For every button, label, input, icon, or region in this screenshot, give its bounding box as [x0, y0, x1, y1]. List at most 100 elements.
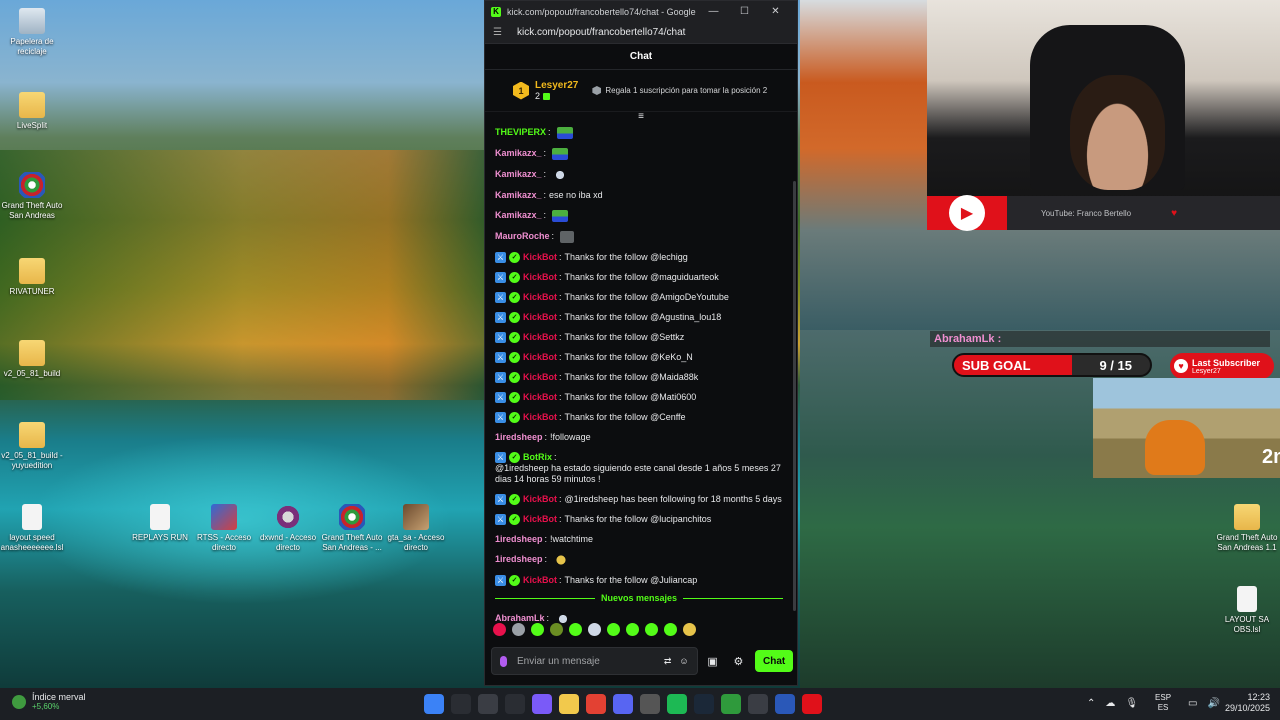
taskbar-app-icon[interactable] — [694, 694, 714, 714]
taskbar-app-icon[interactable] — [505, 694, 525, 714]
chat-input[interactable] — [517, 655, 656, 667]
desktop-icon-livesplit[interactable]: LiveSplit — [0, 92, 67, 131]
url-text[interactable]: kick.com/popout/francobertello74/chat — [517, 27, 685, 38]
clock[interactable]: 12:23 29/10/2025 — [1225, 692, 1270, 714]
chat-username[interactable]: Kamikazx_ — [495, 210, 542, 221]
taskbar-app-icon[interactable] — [478, 694, 498, 714]
chat-message: ⚔ ✓ KickBot: Thanks for the follow @Mati060… — [495, 388, 783, 408]
taskbar-app-icon[interactable] — [802, 694, 822, 714]
chat-username[interactable]: 1iredsheep — [495, 534, 543, 545]
desktop-icon-rivatuner[interactable]: RIVATUNER — [0, 258, 67, 297]
emote-frog-icon[interactable] — [552, 148, 569, 160]
chat-username[interactable]: 1iredsheep — [495, 554, 543, 565]
settings-gear-icon[interactable]: ⚙ — [727, 655, 749, 668]
pinned-user[interactable]: Lesyer27 — [535, 80, 578, 91]
chat-username[interactable]: Kamikazx_ — [495, 190, 542, 201]
desktop-icon-replays-run[interactable]: REPLAYS RUN — [125, 504, 195, 543]
chat-username[interactable]: KickBot — [523, 272, 557, 283]
desktop-icon-rtss[interactable]: RTSS - Acceso directo — [189, 504, 259, 553]
quick-emote-icon[interactable] — [569, 623, 582, 636]
desktop-icon-gta-sa-11[interactable]: Grand Theft Auto San Andreas 1.1 — [1212, 504, 1280, 553]
taskbar-app-icon[interactable] — [640, 694, 660, 714]
emote-face-icon[interactable] — [553, 554, 570, 566]
desktop-icon-gta-sa-exe[interactable]: gta_sa - Acceso directo — [381, 504, 451, 553]
cloud-icon[interactable]: ☁ — [1105, 698, 1115, 709]
taskbar-app-icon[interactable] — [451, 694, 471, 714]
chat-username[interactable]: KickBot — [523, 332, 557, 343]
chat-username[interactable]: Kamikazx_ — [495, 169, 542, 180]
maximize-button[interactable]: ☐ — [729, 6, 760, 17]
close-button[interactable]: ✕ — [760, 6, 791, 17]
chat-username[interactable]: KickBot — [523, 392, 557, 403]
quick-emote-icon[interactable] — [493, 623, 506, 636]
taskbar-app-icon[interactable] — [748, 694, 768, 714]
taskbar-app-icon[interactable] — [532, 694, 552, 714]
taskbar-app-icon[interactable] — [667, 694, 687, 714]
emoji-icon[interactable]: ☺ — [679, 656, 688, 666]
chat-text: Thanks for the follow @Mati0600 — [564, 392, 697, 402]
taskbar-app-icon[interactable] — [424, 694, 444, 714]
taskbar-app-icon[interactable] — [613, 694, 633, 714]
chat-message: 1iredsheep: — [495, 550, 783, 571]
mic-tray-icon[interactable]: 🎙 — [1125, 698, 1138, 709]
site-settings-icon[interactable]: ☰ — [493, 27, 505, 38]
emote-cat-icon[interactable] — [552, 169, 569, 181]
chat-username[interactable]: KickBot — [523, 575, 557, 586]
desktop-icon-build-yuyu[interactable]: v2_05_81_build - yuyuedition — [0, 422, 67, 471]
send-chat-button[interactable]: Chat — [755, 650, 794, 672]
chat-username[interactable]: MauroRoche — [495, 231, 550, 242]
pinned-leaderboard[interactable]: 1 Lesyer27 2 Regala 1 suscripción para t… — [485, 70, 797, 112]
chat-username[interactable]: KickBot — [523, 312, 557, 323]
chat-username[interactable]: KickBot — [523, 292, 557, 303]
chat-username[interactable]: KickBot — [523, 494, 557, 505]
taskbar-app-icon[interactable] — [721, 694, 741, 714]
quick-emote-icon[interactable] — [664, 623, 677, 636]
volume-icon[interactable]: 🔊 — [1208, 698, 1220, 709]
chat-scrollbar[interactable] — [793, 181, 796, 611]
quick-emote-icon[interactable] — [512, 623, 525, 636]
quick-emote-icon[interactable] — [607, 623, 620, 636]
quick-emote-icon[interactable] — [550, 623, 563, 636]
chat-message: ⚔ ✓ KickBot: Thanks for the follow @AmigoDe… — [495, 288, 783, 308]
address-bar[interactable]: ☰ kick.com/popout/francobertello74/chat — [485, 22, 797, 44]
chat-username[interactable]: Kamikazx_ — [495, 148, 542, 159]
chevron-up-icon[interactable]: ⌃ — [1087, 698, 1095, 709]
verified-badge-icon: ✓ — [509, 452, 520, 463]
chat-username[interactable]: KickBot — [523, 412, 557, 423]
desktop-icon-build[interactable]: v2_05_81_build — [0, 340, 67, 379]
taskbar-app-icon[interactable] — [559, 694, 579, 714]
emote-gray-icon[interactable] — [560, 231, 575, 243]
chat-username[interactable]: KickBot — [523, 352, 557, 363]
chat-username[interactable]: KickBot — [523, 514, 557, 525]
emote-frog-icon[interactable] — [552, 210, 569, 222]
network-icon[interactable]: ▭ — [1188, 698, 1197, 709]
mic-icon[interactable] — [500, 655, 507, 667]
taskbar-app-icon[interactable] — [775, 694, 795, 714]
quick-emote-icon[interactable] — [683, 623, 696, 636]
quick-emote-icon[interactable] — [588, 623, 601, 636]
chat-username[interactable]: 1iredsheep — [495, 432, 543, 443]
quick-emote-icon[interactable] — [531, 623, 544, 636]
emote-frog-icon[interactable] — [556, 127, 573, 139]
moderator-badge-icon: ⚔ — [495, 252, 506, 263]
language-indicator[interactable]: ESP ES — [1155, 693, 1171, 713]
chat-username[interactable]: BotRix — [523, 452, 552, 463]
chat-username[interactable]: THEVIPERX — [495, 127, 546, 138]
desktop-icon-layout-speed[interactable]: layout speed anasheeeeeee.lsl — [0, 504, 67, 553]
desktop-icon-gta-sa[interactable]: Grand Theft Auto San Andreas — [0, 172, 67, 221]
minimize-button[interactable]: — — [698, 6, 729, 17]
chat-username[interactable]: KickBot — [523, 252, 557, 263]
translate-icon[interactable]: ⇄ — [664, 656, 672, 667]
desktop-icon-dxwnd[interactable]: dxwnd - Acceso directo — [253, 504, 323, 553]
chat-colon: : — [548, 127, 551, 137]
desktop-icon-recycle-bin[interactable]: Papelera de reciclaje — [0, 8, 67, 57]
desktop-icon-layout-sa[interactable]: LAYOUT SA OBS.lsl — [1212, 586, 1280, 635]
chat-input-box[interactable]: ⇄ ☺ — [491, 647, 698, 675]
quick-emote-icon[interactable] — [626, 623, 639, 636]
desktop-icon-gta-shortcut[interactable]: Grand Theft Auto San Andreas - ... — [317, 504, 387, 553]
taskbar-app-icon[interactable] — [586, 694, 606, 714]
widget-stock[interactable]: Índice merval +5,60% — [12, 692, 86, 711]
chat-username[interactable]: KickBot — [523, 372, 557, 383]
quick-emote-icon[interactable] — [645, 623, 658, 636]
gift-store-icon[interactable]: ▣ — [702, 655, 724, 668]
